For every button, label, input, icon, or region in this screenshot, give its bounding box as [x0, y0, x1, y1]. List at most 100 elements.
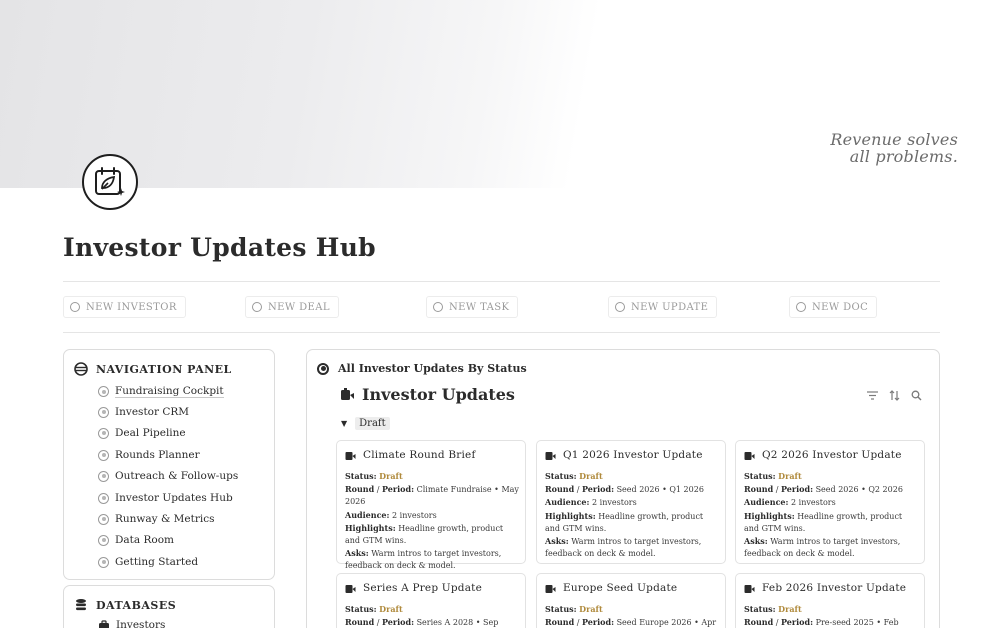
new-task-button[interactable]: NEW TASK: [426, 296, 519, 318]
sidebar-item-data-room[interactable]: Data Room: [98, 534, 174, 546]
circle-icon: [796, 302, 806, 312]
sidebar-item-getting-started[interactable]: Getting Started: [98, 556, 198, 568]
card-body: Status: Draft Round / Period: Climate Fu…: [345, 471, 519, 571]
sidebar-item-label: Investor CRM: [115, 406, 190, 418]
field-label: Period:: [382, 617, 415, 628]
navigation-heading: NAVIGATION PANEL: [74, 362, 232, 376]
status-value: Draft: [379, 471, 403, 481]
view-dot-icon: [317, 362, 329, 375]
card-title: Q1 2026 Investor Update: [545, 449, 703, 461]
new-deal-button[interactable]: NEW DEAL: [245, 296, 339, 318]
navigation-heading-label: NAVIGATION PANEL: [96, 362, 232, 376]
board-card[interactable]: Series A Prep Update Status: Draft Round…: [336, 573, 526, 628]
card-title-label: Climate Round Brief: [363, 449, 476, 461]
sidebar-item-outreach[interactable]: Outreach & Follow-ups: [98, 470, 238, 482]
field-label: Audience:: [345, 509, 390, 520]
button-label: NEW UPDATE: [631, 301, 709, 313]
button-label: NEW INVESTOR: [86, 301, 177, 313]
view-heading-label: All Investor Updates By Status: [338, 362, 527, 375]
megaphone-icon: [345, 584, 356, 593]
navigation-panel: NAVIGATION PANEL Fundraising Cockpit Inv…: [63, 349, 275, 580]
sidebar-item-runway-metrics[interactable]: Runway & Metrics: [98, 513, 214, 525]
field-label: Period:: [582, 617, 615, 628]
search-icon[interactable]: [910, 389, 922, 401]
new-investor-button[interactable]: NEW INVESTOR: [63, 296, 186, 318]
field-label: Period:: [582, 484, 615, 495]
sidebar-item-label: Outreach & Follow-ups: [115, 470, 239, 482]
sidebar-item-investor-updates-hub[interactable]: Investor Updates Hub: [98, 492, 233, 504]
field-label: Round: [744, 617, 774, 628]
sidebar-item-label: Deal Pipeline: [115, 427, 186, 439]
field-label: Highlights:: [545, 510, 596, 521]
sidebar-item-label: Investor Updates Hub: [115, 492, 233, 504]
filter-icon[interactable]: [866, 389, 878, 401]
card-body: Status: Draft Round / Period: Series A 2…: [345, 603, 519, 628]
sidebar-item-label: Data Room: [115, 534, 175, 546]
database-title[interactable]: Investor Updates: [340, 385, 515, 404]
metrics-icon: [98, 513, 109, 525]
status-value: Draft: [579, 604, 603, 614]
status-value: Draft: [379, 604, 403, 614]
card-title: Feb 2026 Investor Update: [744, 582, 906, 594]
database-title-label: Investor Updates: [362, 385, 515, 404]
outreach-icon: [98, 470, 109, 482]
group-tag: Draft: [355, 417, 390, 430]
databases-heading: DATABASES: [74, 598, 176, 612]
field-label: Asks:: [545, 536, 569, 547]
new-update-button[interactable]: NEW UPDATE: [608, 296, 718, 318]
field-label: Highlights:: [744, 510, 795, 521]
sidebar-item-rounds-planner[interactable]: Rounds Planner: [98, 449, 200, 461]
megaphone-icon: [744, 584, 755, 593]
field-label: Asks:: [744, 536, 768, 547]
sidebar-item-investor-crm[interactable]: Investor CRM: [98, 406, 189, 418]
board-card[interactable]: Climate Round Brief Status: Draft Round …: [336, 440, 526, 570]
board-card[interactable]: Feb 2026 Investor Update Status: Draft R…: [735, 573, 925, 628]
page-icon[interactable]: [82, 154, 138, 210]
megaphone-icon: [341, 388, 354, 400]
cover-quote: Revenue solves all problems.: [830, 131, 958, 165]
database-item-label: Investors: [116, 619, 166, 628]
card-body: Status: Draft Round / Period: Pre-seed 2…: [744, 603, 918, 628]
audience-value: 2 investors: [392, 510, 437, 520]
database-item-investors[interactable]: Investors: [98, 619, 165, 628]
circle-icon: [70, 302, 80, 312]
sidebar-item-deal-pipeline[interactable]: Deal Pipeline: [98, 427, 186, 439]
field-label: Round: [545, 617, 575, 628]
card-title-label: Series A Prep Update: [363, 582, 482, 594]
field-label: Status:: [345, 471, 377, 481]
board-card[interactable]: Q1 2026 Investor Update Status: Draft Ro…: [536, 440, 726, 564]
data-room-icon: [98, 534, 109, 546]
card-title-label: Feb 2026 Investor Update: [762, 582, 907, 594]
card-body: Status: Draft Round / Period: Seed Europ…: [545, 603, 719, 628]
field-label: Period:: [781, 617, 814, 628]
board-card[interactable]: Q2 2026 Investor Update Status: Draft Ro…: [735, 440, 925, 564]
group-header-draft[interactable]: ▼ Draft: [341, 417, 390, 430]
field-label: Status:: [545, 604, 577, 614]
planner-icon: [98, 449, 109, 461]
field-label: Status:: [545, 471, 577, 481]
card-title-label: Q1 2026 Investor Update: [563, 449, 703, 461]
card-title-label: Europe Seed Update: [563, 582, 678, 594]
field-label: Status:: [744, 471, 776, 481]
card-title: Series A Prep Update: [345, 582, 482, 594]
new-doc-button[interactable]: NEW DOC: [789, 296, 878, 318]
board-card[interactable]: Europe Seed Update Status: Draft Round /…: [536, 573, 726, 628]
database-icon: [76, 599, 86, 611]
briefcase-icon: [99, 619, 109, 628]
sort-icon[interactable]: [888, 389, 900, 401]
sidebar-item-fundraising-cockpit[interactable]: Fundraising Cockpit: [98, 385, 224, 398]
megaphone-icon: [545, 451, 556, 460]
asks-value: Warm intros to target investors, feedbac…: [744, 537, 901, 559]
collapse-triangle-icon[interactable]: ▼: [341, 419, 347, 428]
sidebar-item-label: Rounds Planner: [115, 449, 200, 461]
compass-icon: [74, 362, 88, 376]
sidebar-item-label: Getting Started: [115, 556, 199, 568]
board-panel: All Investor Updates By Status Investor …: [306, 349, 940, 628]
audience-value: 2 investors: [791, 498, 836, 508]
status-value: Draft: [778, 604, 802, 614]
status-value: Draft: [778, 471, 802, 481]
field-label: Asks:: [345, 548, 369, 559]
megaphone-icon: [345, 451, 356, 460]
round-period-value: Seed 2026 • Q2 2026: [815, 485, 903, 495]
card-title: Europe Seed Update: [545, 582, 677, 594]
